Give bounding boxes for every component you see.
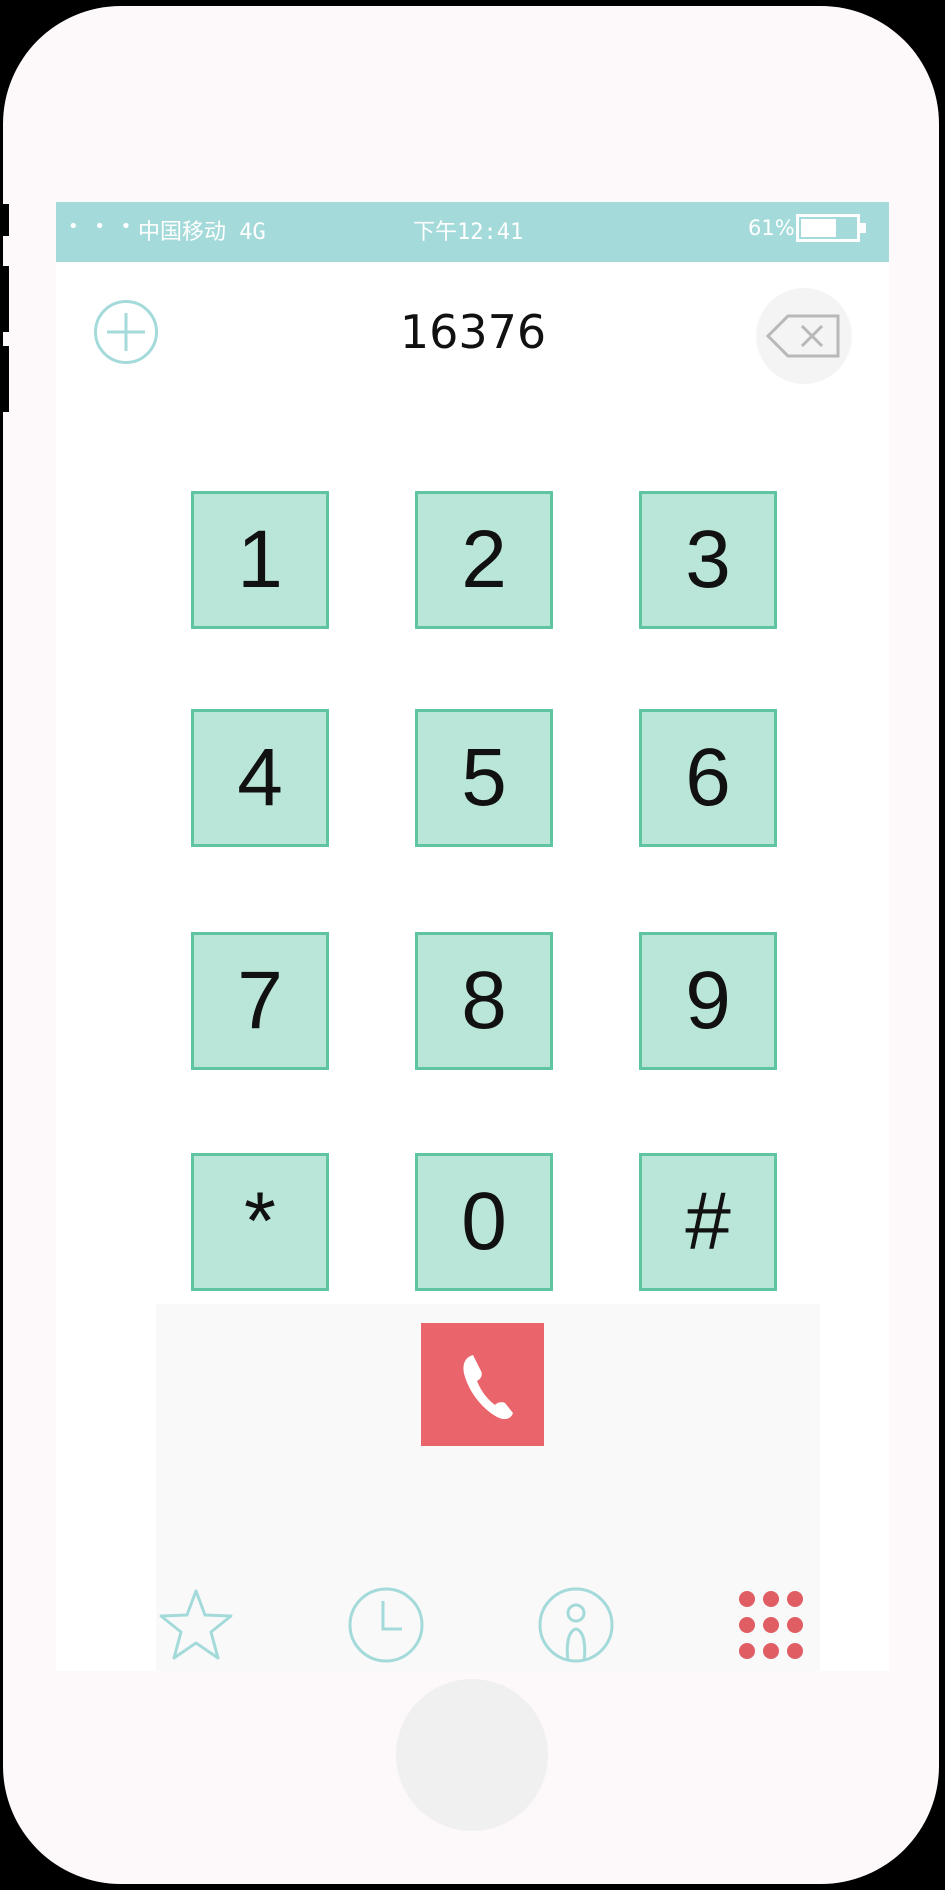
volume-up-button [3, 266, 9, 332]
key-6[interactable]: 6 [639, 709, 777, 847]
star-icon [159, 1589, 233, 1660]
battery-percent: 61% [748, 216, 795, 240]
backspace-button[interactable] [756, 288, 852, 384]
key-0[interactable]: 0 [415, 1153, 553, 1291]
tab-favorites[interactable] [156, 1585, 236, 1665]
tab-keypad[interactable] [731, 1585, 811, 1665]
key-star[interactable]: * [191, 1153, 329, 1291]
key-hash[interactable]: # [639, 1153, 777, 1291]
screen: • • • 中国移动 4G 下午12:41 61% 16376 1 2 3 4 … [56, 202, 889, 1671]
status-time: 下午12:41 [413, 220, 524, 245]
battery-icon [796, 214, 860, 242]
mute-switch [3, 204, 9, 236]
battery-tip [860, 223, 866, 233]
key-7[interactable]: 7 [191, 932, 329, 1070]
key-8[interactable]: 8 [415, 932, 553, 1070]
plus-icon [107, 313, 145, 351]
add-contact-button[interactable] [94, 300, 158, 364]
contact-icon [538, 1587, 614, 1663]
key-4[interactable]: 4 [191, 709, 329, 847]
key-5[interactable]: 5 [415, 709, 553, 847]
key-2[interactable]: 2 [415, 491, 553, 629]
key-9[interactable]: 9 [639, 932, 777, 1070]
call-button[interactable] [421, 1323, 544, 1446]
signal-dots: • • • [68, 216, 137, 237]
battery-level [801, 219, 837, 237]
tab-contacts[interactable] [536, 1585, 616, 1665]
home-button[interactable] [396, 1679, 548, 1831]
keypad-icon [739, 1591, 803, 1659]
tab-recents[interactable] [346, 1585, 426, 1665]
phone-icon [463, 1355, 513, 1420]
key-3[interactable]: 3 [639, 491, 777, 629]
dialed-number: 16376 [399, 305, 547, 359]
status-bar: • • • 中国移动 4G 下午12:41 61% [56, 202, 889, 262]
volume-down-button [3, 346, 9, 412]
key-1[interactable]: 1 [191, 491, 329, 629]
backspace-icon [765, 314, 840, 358]
clock-icon [348, 1587, 424, 1663]
carrier-label: 中国移动 4G [138, 220, 266, 245]
